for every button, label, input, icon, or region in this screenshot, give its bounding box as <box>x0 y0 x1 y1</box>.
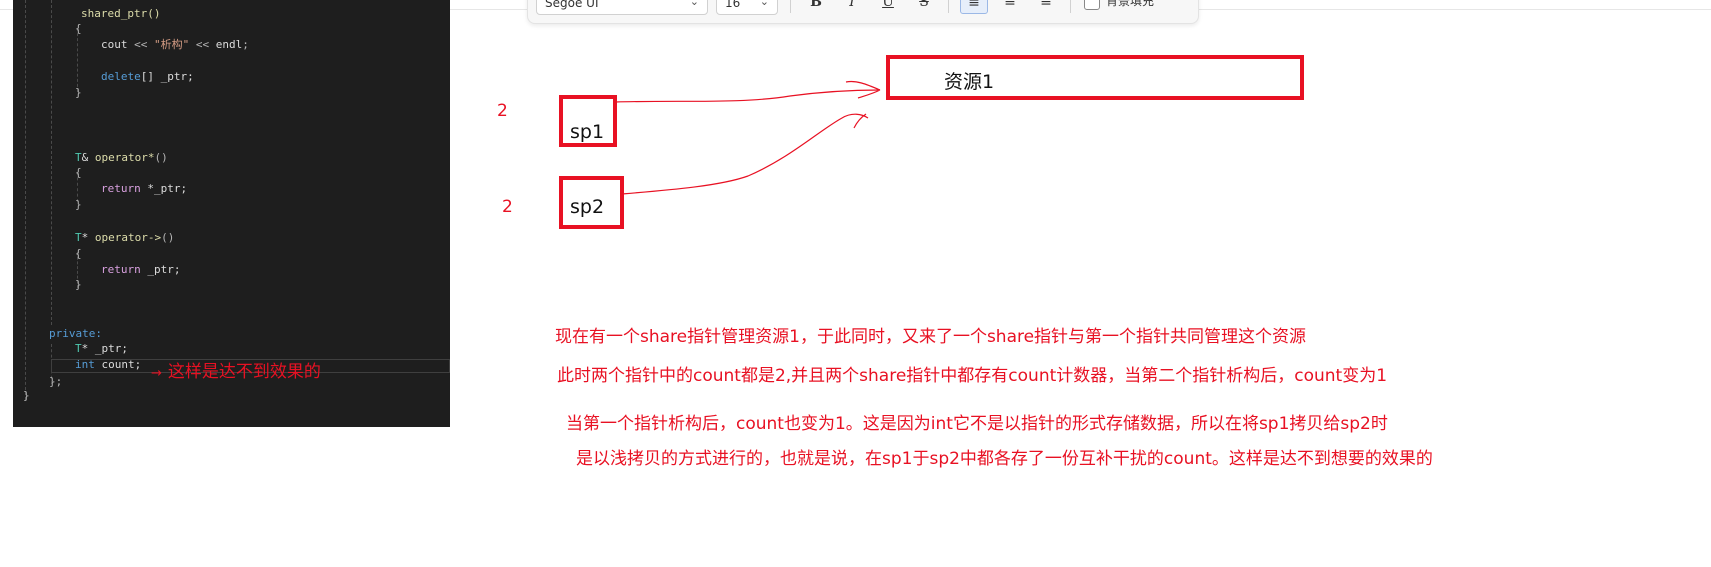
sp1-count-label: 2 <box>497 101 508 121</box>
note-line: 现在有一个share指针管理资源1，于此同时，又来了一个share指针与第一个指… <box>555 327 1307 347</box>
note-line: 是以浅拷贝的方式进行的，也就是说，在sp1于sp2中都各存了一份互补干扰的cou… <box>576 449 1433 469</box>
sp2-box: sp2 <box>559 176 624 229</box>
note-line: 此时两个指针中的count都是2,并且两个share指针中都存有count计数器… <box>557 366 1388 386</box>
ink-strokes <box>615 80 881 195</box>
sp2-count-label: 2 <box>502 197 513 217</box>
sp2-to-resource-arrow <box>621 113 869 195</box>
sp1-to-resource-arrow <box>615 80 881 103</box>
note-line: 当第一个指针析构后，count也变为1。这是因为int它不是以指针的形式存储数据… <box>566 414 1388 434</box>
sp1-box: sp1 <box>559 95 617 147</box>
resource-box: 资源1 <box>886 55 1304 100</box>
